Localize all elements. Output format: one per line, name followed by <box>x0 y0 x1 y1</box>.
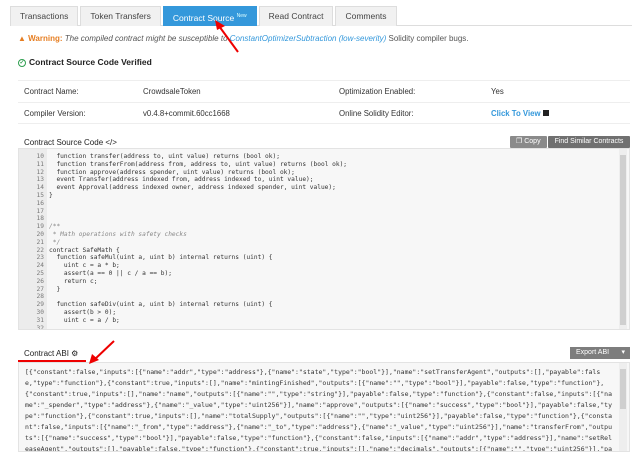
tab-transactions[interactable]: Transactions <box>10 6 79 26</box>
code-line: } <box>49 191 53 199</box>
code-line: } <box>49 285 61 293</box>
line-number: 18 <box>36 215 44 223</box>
line-number: 24 <box>36 262 44 270</box>
verified-status: ✓ Contract Source Code Verified <box>18 57 152 67</box>
abi-scrollbar[interactable] <box>619 363 627 451</box>
tab-label: Transactions <box>20 11 69 21</box>
line-number: 28 <box>36 293 44 301</box>
line-number: 29 <box>36 301 44 309</box>
code-line: assert(b > 0); <box>49 308 117 316</box>
line-number: 14 <box>36 184 44 192</box>
warning-icon: ▲ <box>18 34 26 43</box>
external-link-icon[interactable] <box>542 110 549 117</box>
line-number: 19 <box>36 223 44 231</box>
code-line: */ <box>49 238 61 246</box>
line-number: 12 <box>36 168 44 176</box>
warning-text: The compiled contract might be susceptib… <box>64 34 228 43</box>
contract-page: Transactions Token Transfers Contract So… <box>0 0 640 452</box>
code-lines: function transfer(address to, uint value… <box>49 153 617 329</box>
find-similar-button[interactable]: Find Similar Contracts <box>548 136 630 148</box>
tab-comments[interactable]: Comments <box>335 6 397 26</box>
code-line: /** <box>49 223 61 231</box>
warning-prefix: Warning: <box>28 34 63 43</box>
line-number: 13 <box>36 176 44 184</box>
code-line: assert(a == 0 || c / a == b); <box>49 269 172 277</box>
editor-cell: Click To View <box>491 109 630 118</box>
compiler-value: v0.4.8+commit.60cc1668 <box>143 108 230 118</box>
optimization-value: Yes <box>491 87 504 96</box>
code-line: function approve(address spender, uint v… <box>49 168 295 176</box>
verified-text: Contract Source Code Verified <box>29 57 152 67</box>
scrollbar-thumb[interactable] <box>620 369 626 409</box>
source-code-editor[interactable]: 10 11 12 13 14 15 16 17 18 19 20 21 22 23 24 25 26 27 28 29… <box>18 148 630 330</box>
abi-title: Contract ABI <box>24 349 69 358</box>
annotation-arrow-abi <box>89 340 115 364</box>
line-number: 30 <box>36 308 44 316</box>
check-circle-icon: ✓ <box>18 58 26 67</box>
chevron-down-icon: ▾ <box>621 349 625 356</box>
tab-label: Token Transfers <box>90 11 151 21</box>
abi-text: [{"constant":false,"inputs":[{"name":"ad… <box>25 368 612 452</box>
line-number: 27 <box>36 285 44 293</box>
code-line: uint c = a * b; <box>49 262 120 270</box>
line-number: 15 <box>36 191 44 199</box>
line-number: 31 <box>36 316 44 324</box>
export-label: Export ABI <box>576 349 610 356</box>
click-to-view-link[interactable]: Click To View <box>491 109 541 118</box>
optimization-label: Optimization Enabled: <box>339 87 416 96</box>
info-row: Compiler Version: v0.4.8+commit.60cc1668… <box>18 102 630 124</box>
copy-label: Copy <box>524 138 541 145</box>
editor-label: Online Solidity Editor: <box>339 108 414 118</box>
line-number: 21 <box>36 238 44 246</box>
line-number: 16 <box>36 199 44 207</box>
code-line: contract SafeMath { <box>49 246 120 254</box>
code-scrollbar[interactable] <box>619 149 627 329</box>
annotation-arrow-top <box>215 20 239 53</box>
code-line: event Approval(address indexed owner, ad… <box>49 184 336 192</box>
line-number: 26 <box>36 277 44 285</box>
contract-info-table: Contract Name: CrowdsaleToken Optimizati… <box>18 80 630 124</box>
code-line: function transferFrom(address from, addr… <box>49 160 348 168</box>
contract-name-value: CrowdsaleToken <box>143 87 201 96</box>
code-line: event Transfer(address indexed from, add… <box>49 176 314 184</box>
warning-suffix: Solidity compiler bugs. <box>388 34 469 43</box>
abi-textarea[interactable]: [{"constant":false,"inputs":[{"name":"ad… <box>18 362 630 452</box>
line-number: 17 <box>36 207 44 215</box>
line-number: 10 <box>36 153 44 160</box>
line-number: 20 <box>36 230 44 238</box>
tab-label: Comments <box>345 11 387 21</box>
copy-button[interactable]: ❐ Copy <box>510 136 547 148</box>
contract-name-label: Contract Name: <box>24 87 79 96</box>
scrollbar-thumb[interactable] <box>620 155 626 325</box>
code-line: function safeMul(uint a, uint b) interna… <box>49 254 273 262</box>
gear-icon: ⚙ <box>71 349 79 358</box>
line-number: 22 <box>36 246 44 254</box>
tab-bar: Transactions Token Transfers Contract So… <box>10 6 632 26</box>
line-number-gutter: 10 11 12 13 14 15 16 17 18 19 20 21 22 23 24 25 26 27 28 29… <box>19 149 47 329</box>
bug-link[interactable]: ConstantOptimizerSubtraction (low-severi… <box>230 34 387 43</box>
code-line: uint c = a / b; <box>49 316 120 324</box>
source-title: Contract Source Code </> <box>24 138 117 147</box>
line-number: 32 <box>36 324 44 330</box>
abi-title-wrap: Contract ABI ⚙ <box>24 349 78 358</box>
code-line: function transfer(address to, uint value… <box>49 153 280 160</box>
code-line: return c; <box>49 277 98 285</box>
compiler-label: Compiler Version: <box>24 108 86 118</box>
tab-read-contract[interactable]: Read Contract <box>258 6 334 26</box>
tab-token-transfers[interactable]: Token Transfers <box>80 6 161 26</box>
line-number: 23 <box>36 254 44 262</box>
code-line: * Math operations with safety checks <box>49 230 187 238</box>
line-number: 11 <box>36 160 44 168</box>
copy-icon: ❐ <box>516 138 523 145</box>
export-abi-button[interactable]: Export ABI ▾ <box>570 347 630 359</box>
code-line: function safeDiv(uint a, uint b) interna… <box>49 301 273 309</box>
line-number: 25 <box>36 269 44 277</box>
info-row: Contract Name: CrowdsaleToken Optimizati… <box>18 80 630 102</box>
tab-label: Read Contract <box>268 11 324 21</box>
